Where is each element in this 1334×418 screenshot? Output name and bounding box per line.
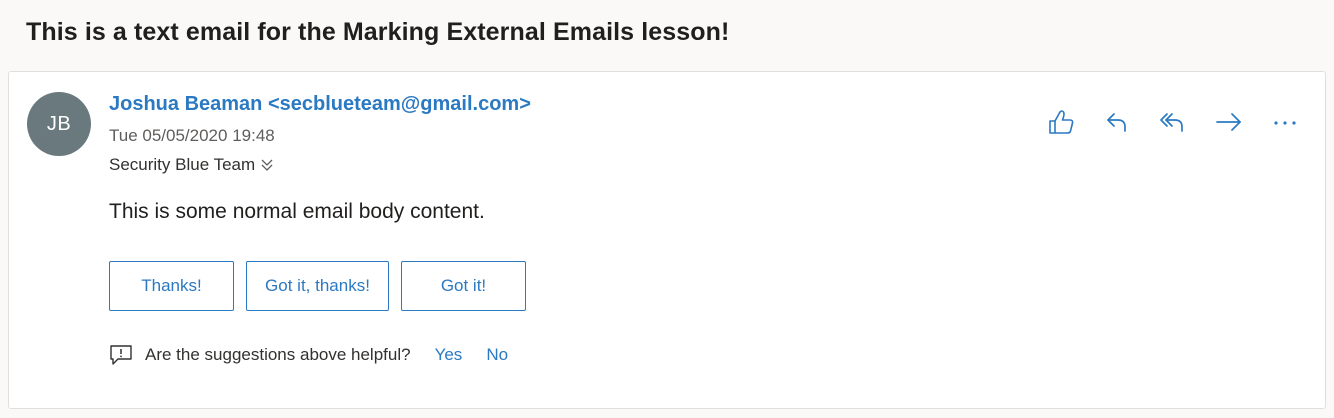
recipient-name: Security Blue Team: [109, 155, 256, 174]
sender-name[interactable]: Joshua Beaman <secblueteam@gmail.com>: [109, 93, 531, 116]
recipient-line[interactable]: Security Blue Team: [109, 155, 274, 175]
suggestions-feedback: Are the suggestions above helpful? Yes N…: [109, 344, 508, 366]
feedback-yes-link[interactable]: Yes: [435, 345, 463, 365]
message-actions: [1043, 106, 1303, 138]
like-icon[interactable]: [1043, 106, 1079, 138]
reply-all-icon[interactable]: [1155, 106, 1191, 138]
expand-recipients-icon[interactable]: [260, 157, 274, 173]
suggested-reply-got-it[interactable]: Got it!: [401, 261, 526, 311]
suggested-reply-got-it-thanks[interactable]: Got it, thanks!: [246, 261, 389, 311]
suggested-replies: Thanks! Got it, thanks! Got it!: [109, 261, 526, 311]
reply-icon[interactable]: [1099, 106, 1135, 138]
email-subject: This is a text email for the Marking Ext…: [26, 18, 730, 46]
avatar[interactable]: JB: [27, 92, 91, 156]
feedback-question: Are the suggestions above helpful?: [145, 345, 411, 364]
forward-icon[interactable]: [1211, 106, 1247, 138]
more-actions-icon[interactable]: [1267, 106, 1303, 138]
email-body: This is some normal email body content.: [109, 200, 485, 223]
suggested-reply-thanks[interactable]: Thanks!: [109, 261, 234, 311]
feedback-no-link[interactable]: No: [486, 345, 508, 365]
feedback-icon: [109, 344, 133, 366]
message-card: JB Joshua Beaman <secblueteam@gmail.com>…: [8, 71, 1326, 409]
message-date: Tue 05/05/2020 19:48: [109, 126, 275, 145]
